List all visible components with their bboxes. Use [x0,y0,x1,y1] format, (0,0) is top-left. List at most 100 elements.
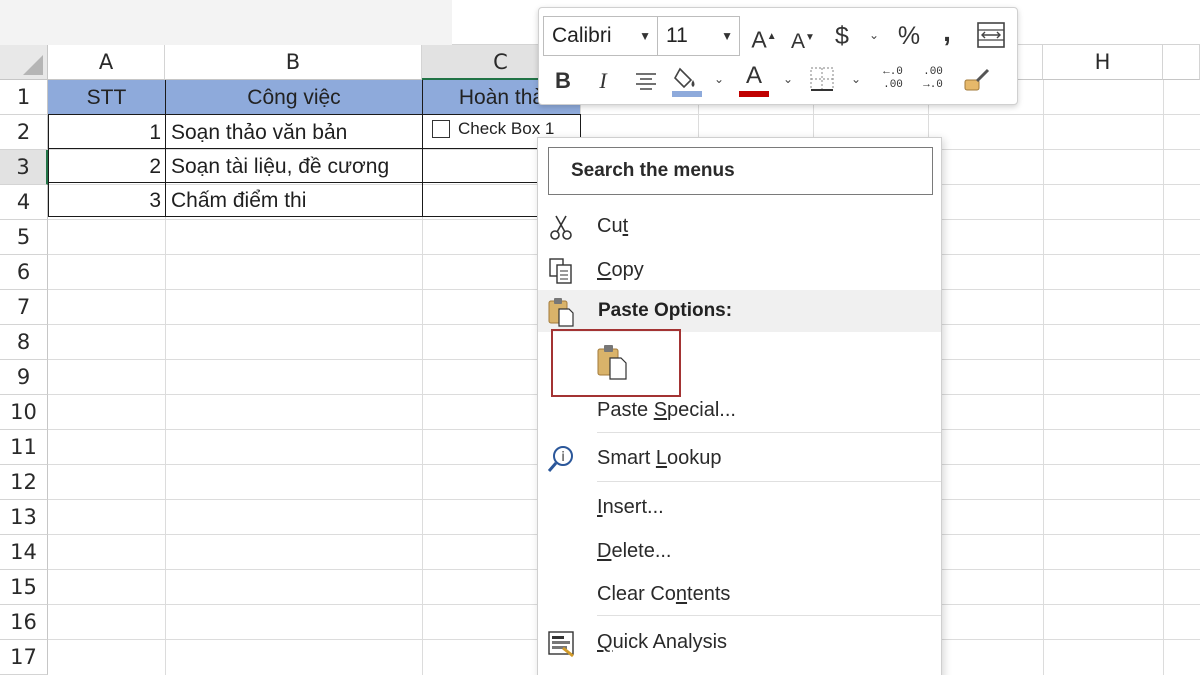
align-center-icon [636,73,656,90]
borders-button[interactable] [809,66,835,94]
menu-item-delete[interactable]: Delete... [538,531,941,571]
formula-area [0,0,452,45]
menu-item-clear-contents[interactable]: Clear Contents [538,574,941,614]
menu-label-cut: Cut [597,215,629,237]
row-header[interactable]: 11 [0,430,48,465]
shrink-font-icon: A [791,30,806,53]
menu-item-paste-special[interactable]: Paste Special... [538,390,941,430]
column-header-b[interactable]: B [165,45,422,80]
format-painter-button[interactable] [963,66,991,96]
select-all-button[interactable] [0,45,48,80]
paste-options-header: Paste Options: [538,290,941,332]
menu-item-copy[interactable]: Copy [538,250,941,290]
decimal-arrow-icon: →.0 [923,79,943,91]
row-header[interactable]: 10 [0,395,48,430]
menu-item-quick-analysis[interactable]: Quick Analysis [538,622,941,662]
row-header[interactable]: 15 [0,570,48,605]
clipboard-icon [548,298,574,327]
fill-color-button[interactable] [672,63,702,99]
font-name-dropdown[interactable]: Calibri ▼ [543,16,658,56]
chevron-down-icon: ▼ [639,29,651,43]
fill-color-swatch [672,91,702,97]
font-name-value: Calibri [552,24,612,47]
context-menu: Search the menus Cut Copy Paste Options: [537,137,942,675]
menu-label-smart-lookup: Smart Lookup [597,447,722,469]
decimal-digits-icon: .00 [883,79,903,91]
scissors-icon [550,215,572,240]
menu-item-insert[interactable]: Insert... [538,487,941,527]
cell-b1[interactable]: Công việc [166,80,423,115]
decrease-font-size-button[interactable]: A▼ [790,20,816,54]
paste-options-label: Paste Options: [598,300,733,321]
increase-decimal-icon: .00 [923,66,943,78]
menu-separator [597,481,941,482]
italic-button[interactable]: I [591,64,615,98]
row-header[interactable]: 3 [0,150,48,185]
accounting-format-button[interactable]: $ [830,18,854,54]
check-box-control[interactable]: Check Box 1 [432,119,554,139]
percent-icon: % [897,22,921,50]
cell-b3[interactable]: Soạn tài liệu, đề cương [165,148,423,183]
gridline [1043,80,1044,675]
paste-clipboard-icon [597,345,627,380]
font-color-button[interactable]: A [739,61,769,99]
row-header[interactable]: 14 [0,535,48,570]
column-header-i[interactable] [1163,45,1200,80]
cell-a1[interactable]: STT [48,80,166,115]
search-menus-input[interactable]: Search the menus [548,147,933,195]
row-header[interactable]: 9 [0,360,48,395]
menu-label-delete: Delete... [597,540,672,562]
font-size-dropdown[interactable]: 11 ▼ [657,16,740,56]
row-header[interactable]: 6 [0,255,48,290]
checkbox-square-icon[interactable] [432,120,450,138]
checkbox-label: Check Box 1 [458,119,555,138]
bold-icon: B [555,68,571,93]
menu-item-cut[interactable]: Cut [538,206,941,246]
decrease-decimal-icon: ←.0 [883,66,903,78]
menu-label-insert: Insert... [597,496,664,518]
comma-icon: , [943,16,951,47]
row-header[interactable]: 2 [0,115,48,150]
grow-font-icon: A [751,26,767,53]
cell-a4[interactable]: 3 [48,182,166,217]
percent-style-button[interactable]: % [895,18,923,54]
menu-item-smart-lookup[interactable]: i Smart Lookup [538,438,941,478]
increase-decimal-button[interactable]: .00 →.0 [919,66,947,96]
row-header[interactable]: 8 [0,325,48,360]
row-header[interactable]: 1 [0,80,48,115]
merge-center-button[interactable] [976,20,1006,50]
menu-label-clear-contents: Clear Contents [597,583,731,605]
row-header[interactable]: 16 [0,605,48,640]
comma-style-button[interactable]: , [939,14,955,50]
chevron-down-icon[interactable]: ⌄ [869,28,879,42]
row-header[interactable]: 12 [0,465,48,500]
font-color-swatch [739,91,769,97]
center-align-button[interactable] [633,68,659,94]
mini-toolbar: Calibri ▼ 11 ▼ A▲ A▼ $ ⌄ % , B I ⌄ A ⌄ ⌄… [538,7,1018,105]
decrease-decimal-button[interactable]: ←.0 .00 [879,66,907,96]
font-size-value: 11 [666,24,688,47]
dollar-icon: $ [835,22,849,50]
row-header[interactable]: 4 [0,185,48,220]
increase-font-size-button[interactable]: A▲ [751,20,777,54]
menu-separator [597,615,941,616]
cell-b4[interactable]: Chấm điểm thi [165,182,423,217]
bold-button[interactable]: B [551,64,575,98]
chevron-down-icon[interactable]: ⌄ [783,72,793,86]
row-header[interactable]: 7 [0,290,48,325]
column-header-h[interactable]: H [1043,45,1163,80]
column-header-a[interactable]: A [48,45,165,80]
cell-a3[interactable]: 2 [48,148,166,183]
paste-option-keep-source[interactable] [551,329,681,397]
merge-cells-icon [977,22,1005,48]
cell-a2[interactable]: 1 [48,114,166,149]
row-header[interactable]: 13 [0,500,48,535]
cell-b2[interactable]: Soạn thảo văn bản [165,114,423,149]
italic-icon: I [599,68,607,93]
row-header[interactable]: 17 [0,640,48,675]
chevron-down-icon[interactable]: ⌄ [714,72,724,86]
copy-icon [549,258,572,284]
row-header[interactable]: 5 [0,220,48,255]
chevron-down-icon[interactable]: ⌄ [851,72,861,86]
smart-lookup-icon: i [547,446,573,472]
